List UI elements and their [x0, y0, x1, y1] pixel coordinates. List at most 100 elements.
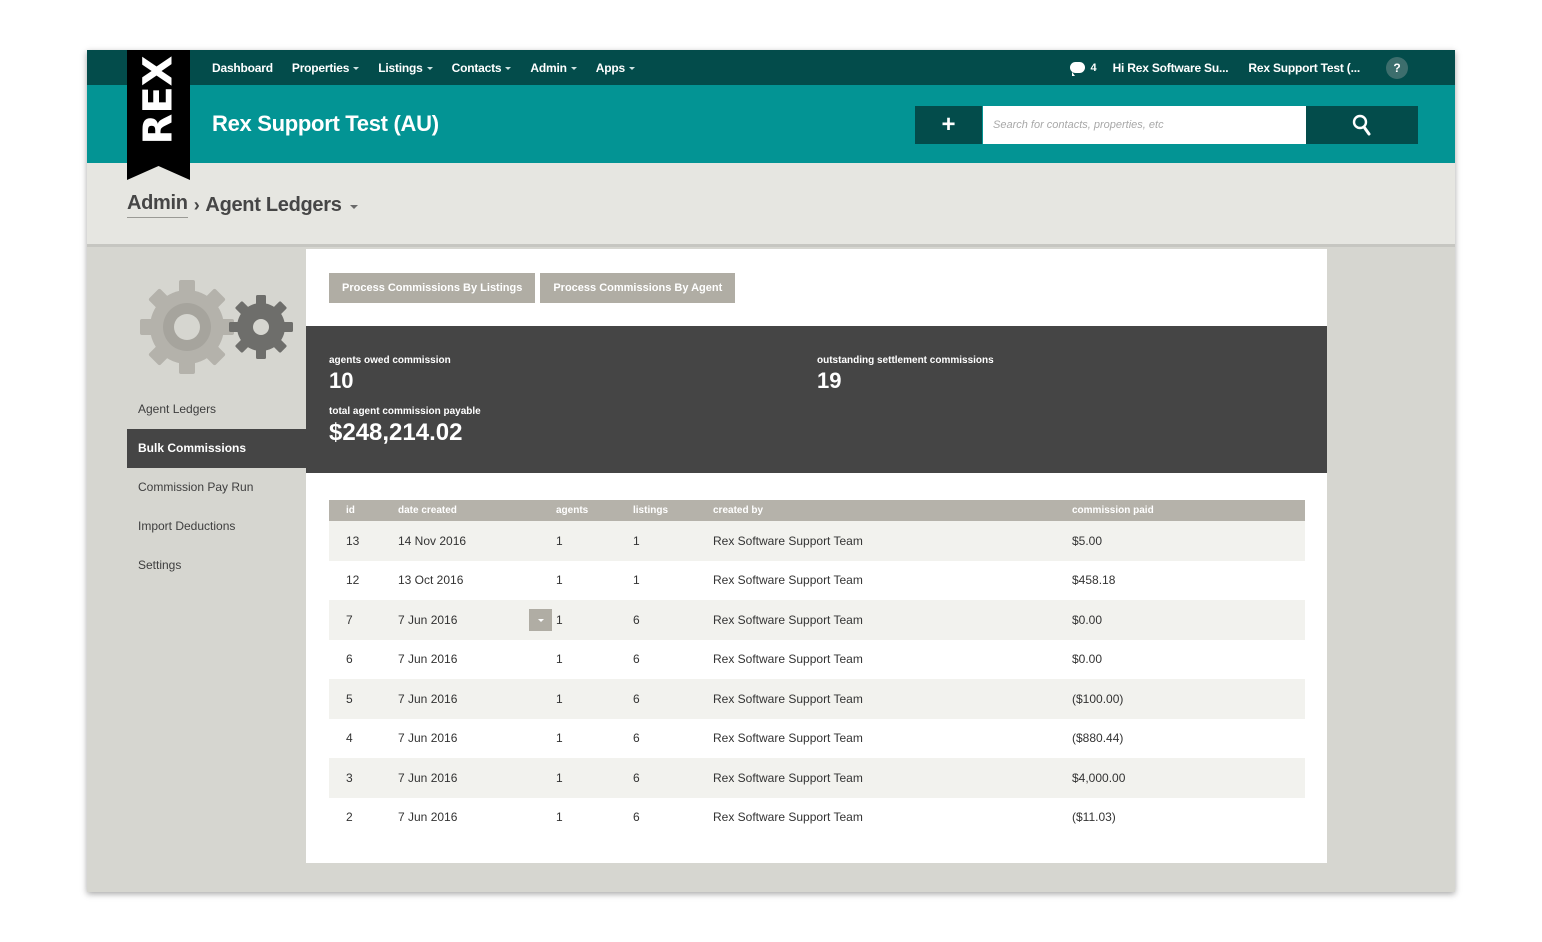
stat-agents-owed: agents owed commission 10 [329, 355, 451, 394]
column-header-listings[interactable]: listings [633, 505, 713, 516]
cell-agents: 1 [556, 573, 563, 588]
cell-agents: 1 [556, 612, 563, 627]
cell-listings: 6 [633, 770, 640, 785]
cell-id: 13 [346, 533, 360, 548]
cell-commission-paid: $0.00 [1072, 652, 1103, 667]
sidebar-item-settings[interactable]: Settings [127, 546, 306, 585]
caret-down-icon [537, 618, 544, 622]
caret-down-icon [570, 66, 577, 70]
nav-label: Apps [595, 60, 625, 75]
cell-created-by: Rex Software Support Team [713, 691, 863, 706]
column-header-date-created[interactable]: date created [398, 505, 556, 516]
cell-date: 13 Oct 2016 [398, 573, 464, 588]
nav-properties[interactable]: Properties [292, 61, 360, 75]
column-header-created-by[interactable]: created by [713, 505, 1072, 516]
sidebar-item-import-deductions[interactable]: Import Deductions [127, 507, 306, 546]
cell-listings: 6 [633, 691, 640, 706]
cell-agents: 1 [556, 691, 563, 706]
add-button[interactable]: + [915, 106, 982, 144]
account-menu[interactable]: Rex Support Test (... [1248, 61, 1360, 75]
cell-agents: 1 [556, 810, 563, 825]
top-nav: Dashboard Properties Listings Contacts A… [87, 50, 1455, 85]
cell-commission-paid: ($880.44) [1072, 731, 1124, 746]
side-nav: Agent Ledgers Bulk Commissions Commissio… [127, 390, 306, 585]
table-row[interactable]: 2 7 Jun 2016 1 6 Rex Software Support Te… [329, 798, 1305, 838]
nav-apps[interactable]: Apps [596, 61, 635, 75]
cell-id: 12 [346, 573, 360, 588]
table-row[interactable]: 3 7 Jun 2016 1 6 Rex Software Support Te… [329, 758, 1305, 798]
cell-commission-paid: $0.00 [1072, 612, 1103, 627]
table-row[interactable]: 5 7 Jun 2016 1 6 Rex Software Support Te… [329, 679, 1305, 719]
process-by-listings-button[interactable]: Process Commissions By Listings [329, 273, 536, 303]
help-button[interactable]: ? [1386, 56, 1408, 79]
table-header: id date created agents listings created … [329, 500, 1305, 521]
messages-button[interactable]: 4 [1070, 61, 1097, 76]
cell-date: 7 Jun 2016 [398, 652, 458, 667]
account-title: Rex Support Test (AU) [212, 111, 439, 136]
messages-count: 4 [1090, 61, 1097, 74]
cell-date: 7 Jun 2016 [398, 770, 458, 785]
nav-listings[interactable]: Listings [378, 60, 433, 75]
gears-icon [140, 280, 293, 374]
column-header-id[interactable]: id [329, 505, 398, 516]
cell-created-by: Rex Software Support Team [713, 652, 863, 667]
sidebar-item-commission-pay-run[interactable]: Commission Pay Run [127, 468, 306, 507]
stat-value: 10 [329, 368, 354, 393]
cell-commission-paid: $5.00 [1072, 533, 1103, 548]
row-actions-button[interactable] [529, 609, 552, 631]
table-row[interactable]: 13 14 Nov 2016 1 1 Rex Software Support … [329, 521, 1305, 561]
column-header-commission-paid[interactable]: commission paid [1072, 505, 1305, 516]
header-band: Rex Support Test (AU) + [87, 85, 1455, 163]
stat-label: total agent commission payable [329, 406, 481, 417]
caret-down-icon [353, 66, 360, 70]
nav-label: Dashboard [212, 60, 273, 75]
logo-text: REX [136, 55, 182, 144]
caret-down-icon [426, 66, 433, 70]
cell-commission-paid: ($11.03) [1072, 810, 1116, 825]
cell-commission-paid: ($100.00) [1072, 691, 1124, 706]
main-menu: Dashboard Properties Listings Contacts A… [212, 50, 654, 85]
cell-id: 7 [346, 612, 353, 627]
process-by-agent-button[interactable]: Process Commissions By Agent [540, 273, 736, 303]
breadcrumb-caret-icon[interactable] [349, 204, 358, 209]
table-row[interactable]: 6 7 Jun 2016 1 6 Rex Software Support Te… [329, 640, 1305, 680]
nav-dashboard[interactable]: Dashboard [212, 61, 273, 75]
cell-created-by: Rex Software Support Team [713, 612, 863, 627]
stat-label: agents owed commission [329, 355, 451, 366]
table-row[interactable]: 4 7 Jun 2016 1 6 Rex Software Support Te… [329, 719, 1305, 759]
sidebar-item-bulk-commissions[interactable]: Bulk Commissions [127, 429, 306, 468]
cell-listings: 6 [633, 731, 640, 746]
stat-value: $248,214.02 [329, 419, 463, 446]
logo-ribbon: REX [127, 50, 190, 180]
search-icon [1352, 114, 1371, 136]
breadcrumb-separator: › [193, 194, 200, 215]
table-row[interactable]: 7 7 Jun 2016 1 6 Rex Software Support Te… [329, 600, 1305, 640]
cell-date: 7 Jun 2016 [398, 810, 458, 825]
search-button[interactable] [1306, 106, 1418, 144]
breadcrumb-current[interactable]: Agent Ledgers [205, 194, 341, 217]
cell-created-by: Rex Software Support Team [713, 533, 863, 548]
cell-listings: 1 [633, 533, 640, 548]
nav-admin[interactable]: Admin [530, 61, 577, 75]
nav-label: Listings [378, 60, 423, 75]
main-panel: Process Commissions By Listings Process … [306, 249, 1327, 863]
app-window: Dashboard Properties Listings Contacts A… [87, 50, 1455, 892]
cell-commission-paid: $4,000.00 [1072, 770, 1126, 785]
table-row[interactable]: 12 13 Oct 2016 1 1 Rex Software Support … [329, 561, 1305, 601]
cell-id: 5 [346, 691, 353, 706]
nav-contacts[interactable]: Contacts [452, 61, 512, 75]
cell-id: 4 [346, 731, 353, 746]
cell-created-by: Rex Software Support Team [713, 573, 863, 588]
sidebar-item-agent-ledgers[interactable]: Agent Ledgers [127, 390, 306, 429]
nav-right: 4 Hi Rex Software Su... Rex Support Test… [1070, 50, 1455, 85]
cell-date: 14 Nov 2016 [398, 533, 467, 548]
breadcrumb-admin[interactable]: Admin [127, 192, 188, 218]
breadcrumb-band: Admin › Agent Ledgers [87, 163, 1455, 247]
cell-created-by: Rex Software Support Team [713, 731, 863, 746]
stat-value: 19 [817, 368, 842, 393]
rex-logo[interactable]: REX [127, 50, 190, 180]
user-menu[interactable]: Hi Rex Software Su... [1113, 61, 1229, 75]
column-header-agents[interactable]: agents [556, 505, 633, 516]
stat-outstanding: outstanding settlement commissions 19 [817, 355, 994, 394]
search-input[interactable] [983, 106, 1306, 144]
